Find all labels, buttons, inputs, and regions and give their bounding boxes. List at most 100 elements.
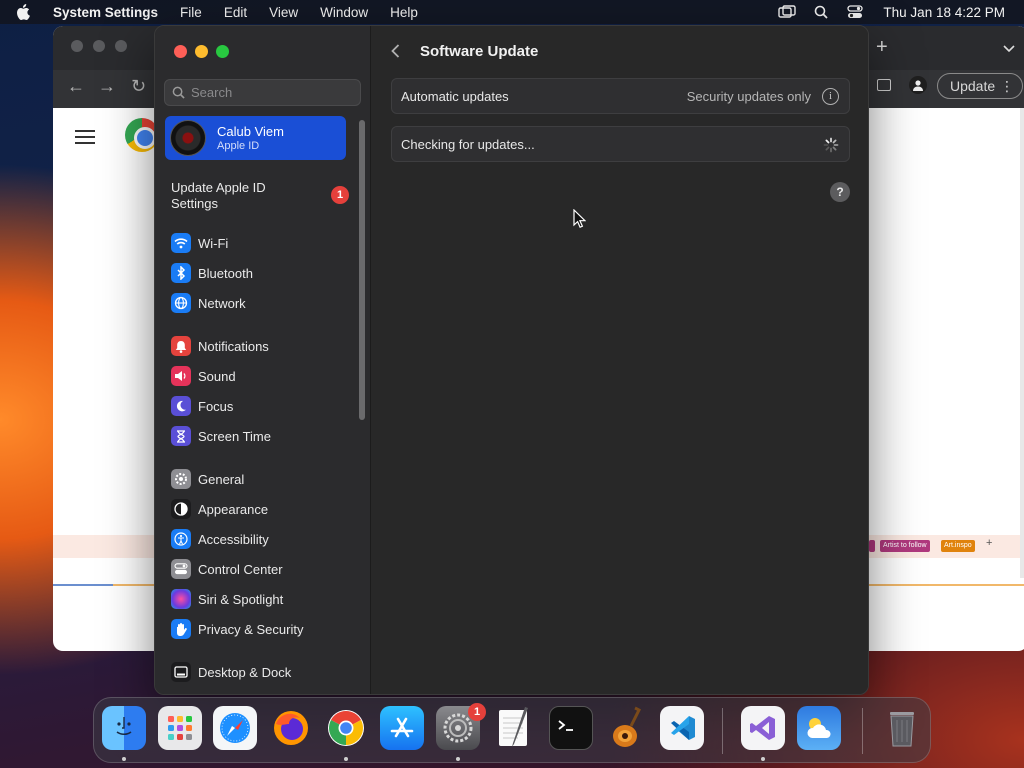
tag-chip-art-inspo[interactable]: Art.inspo — [941, 540, 975, 552]
browser-zoom-button[interactable] — [115, 40, 127, 52]
visual-studio-code-icon[interactable] — [660, 706, 704, 750]
running-indicator — [456, 757, 460, 761]
textedit-icon[interactable] — [492, 706, 536, 750]
page-title: Software Update — [420, 43, 539, 60]
back-chevron-icon[interactable] — [391, 44, 400, 63]
profile-icon[interactable] — [909, 76, 927, 94]
bell-icon — [171, 336, 191, 356]
menu-window[interactable]: Window — [320, 5, 368, 20]
software-update-pane: Software Update Automatic updates Securi… — [371, 26, 868, 694]
menu-clock[interactable]: Thu Jan 18 4:22 PM — [883, 5, 1005, 20]
menu-help[interactable]: Help — [390, 5, 418, 20]
search-field[interactable] — [164, 79, 361, 106]
sidebar-item-general[interactable]: General — [171, 467, 351, 491]
menu-bar: System Settings File Edit View Window He… — [0, 0, 1024, 24]
hand-icon — [171, 619, 191, 639]
sidebar-scrollbar[interactable] — [359, 120, 365, 420]
sidebar-item-screen-time[interactable]: Screen Time — [171, 424, 351, 448]
forward-arrow-icon[interactable]: → — [98, 76, 116, 97]
running-indicator — [761, 757, 765, 761]
account-name: Calub Viem — [217, 123, 284, 139]
weather-icon[interactable] — [797, 706, 841, 750]
safari-icon[interactable] — [213, 706, 257, 750]
reload-icon[interactable]: ↻ — [131, 76, 146, 97]
menu-file[interactable]: File — [180, 5, 202, 20]
sidebar-item-privacy-security[interactable]: Privacy & Security — [171, 617, 351, 641]
automatic-updates-label: Automatic updates — [401, 88, 509, 104]
sidebar-item-label: Screen Time — [198, 428, 271, 444]
accessibility-icon — [171, 529, 191, 549]
running-indicator — [344, 757, 348, 761]
minimize-button[interactable] — [195, 45, 208, 58]
side-panel-icon[interactable] — [877, 79, 891, 91]
sidebar-item-siri-spotlight[interactable]: Siri & Spotlight — [171, 587, 351, 611]
terminal-icon[interactable] — [549, 706, 593, 750]
menu-edit[interactable]: Edit — [224, 5, 247, 20]
mouse-cursor-icon — [573, 208, 587, 233]
sidebar-item-label: Notifications — [198, 338, 269, 354]
sidebar-item-label: Accessibility — [198, 531, 269, 547]
visual-studio-icon[interactable] — [741, 706, 785, 750]
menu-view[interactable]: View — [269, 5, 298, 20]
screen-mirroring-icon[interactable] — [777, 4, 797, 20]
account-subtitle: Apple ID — [217, 139, 260, 152]
window-controls — [174, 45, 229, 58]
settings-sidebar: Calub Viem Apple ID Update Apple ID Sett… — [155, 26, 371, 694]
search-input[interactable] — [191, 85, 351, 100]
info-icon[interactable]: i — [822, 88, 839, 105]
apple-id-account[interactable]: Calub Viem Apple ID — [165, 116, 346, 160]
browser-update-button[interactable]: Update ⋮ — [937, 73, 1023, 99]
launchpad-icon[interactable] — [158, 706, 202, 750]
trash-icon[interactable] — [880, 706, 924, 750]
close-button[interactable] — [174, 45, 187, 58]
browser-menu-icon[interactable]: ⋮ — [1000, 74, 1014, 98]
page-divider-line — [53, 584, 113, 586]
browser-scrollbar[interactable] — [1020, 108, 1024, 578]
sidebar-item-wifi[interactable]: Wi-Fi — [171, 231, 351, 255]
automatic-updates-row: Automatic updates Security updates only … — [391, 78, 850, 114]
sidebar-item-sound[interactable]: Sound — [171, 364, 351, 388]
chrome-icon[interactable] — [324, 706, 368, 750]
firefox-icon[interactable] — [269, 706, 313, 750]
sidebar-item-label: Bluetooth — [198, 265, 253, 281]
control-center-icon[interactable] — [845, 4, 865, 20]
add-tag-button[interactable]: + — [986, 537, 992, 549]
back-arrow-icon[interactable]: ← — [67, 76, 85, 97]
control-center-icon — [171, 559, 191, 579]
automatic-updates-value: Security updates only — [686, 88, 811, 104]
spotlight-search-icon[interactable] — [811, 4, 831, 20]
hamburger-menu-icon[interactable] — [75, 130, 95, 149]
zoom-button[interactable] — [216, 45, 229, 58]
tab-search-chevron-icon[interactable] — [1003, 40, 1015, 58]
sidebar-item-notifications[interactable]: Notifications — [171, 334, 351, 358]
help-button[interactable]: ? — [830, 182, 850, 202]
search-icon — [165, 86, 191, 99]
sidebar-item-accessibility[interactable]: Accessibility — [171, 527, 351, 551]
sidebar-item-label: Siri & Spotlight — [198, 591, 284, 607]
sidebar-item-bluetooth[interactable]: Bluetooth — [171, 261, 351, 285]
sidebar-item-control-center[interactable]: Control Center — [171, 557, 351, 581]
tag-chip-artist[interactable]: Artist to follow — [880, 540, 930, 552]
app-store-icon[interactable] — [380, 706, 424, 750]
tag-chip[interactable] — [869, 540, 875, 552]
sidebar-item-label: Control Center — [198, 561, 283, 577]
menu-app-name[interactable]: System Settings — [53, 5, 158, 20]
dock-icon — [171, 662, 191, 682]
sidebar-item-desktop-dock[interactable]: Desktop & Dock — [171, 660, 351, 684]
sidebar-item-focus[interactable]: Focus — [171, 394, 351, 418]
new-tab-icon[interactable]: + — [876, 36, 888, 59]
sidebar-item-network[interactable]: Network — [171, 291, 351, 315]
apple-icon[interactable] — [16, 0, 38, 24]
sidebar-item-label: Network — [198, 295, 246, 311]
bluetooth-icon — [171, 263, 191, 283]
finder-icon[interactable] — [102, 706, 146, 750]
browser-close-button[interactable] — [71, 40, 83, 52]
browser-update-label: Update — [950, 78, 996, 94]
moon-icon — [171, 396, 191, 416]
system-settings-window: Calub Viem Apple ID Update Apple ID Sett… — [154, 25, 869, 695]
update-apple-id-settings[interactable]: Update Apple ID Settings 1 — [171, 180, 351, 212]
garageband-icon[interactable] — [605, 706, 649, 750]
siri-icon — [171, 589, 191, 609]
browser-minimize-button[interactable] — [93, 40, 105, 52]
sidebar-item-appearance[interactable]: Appearance — [171, 497, 351, 521]
